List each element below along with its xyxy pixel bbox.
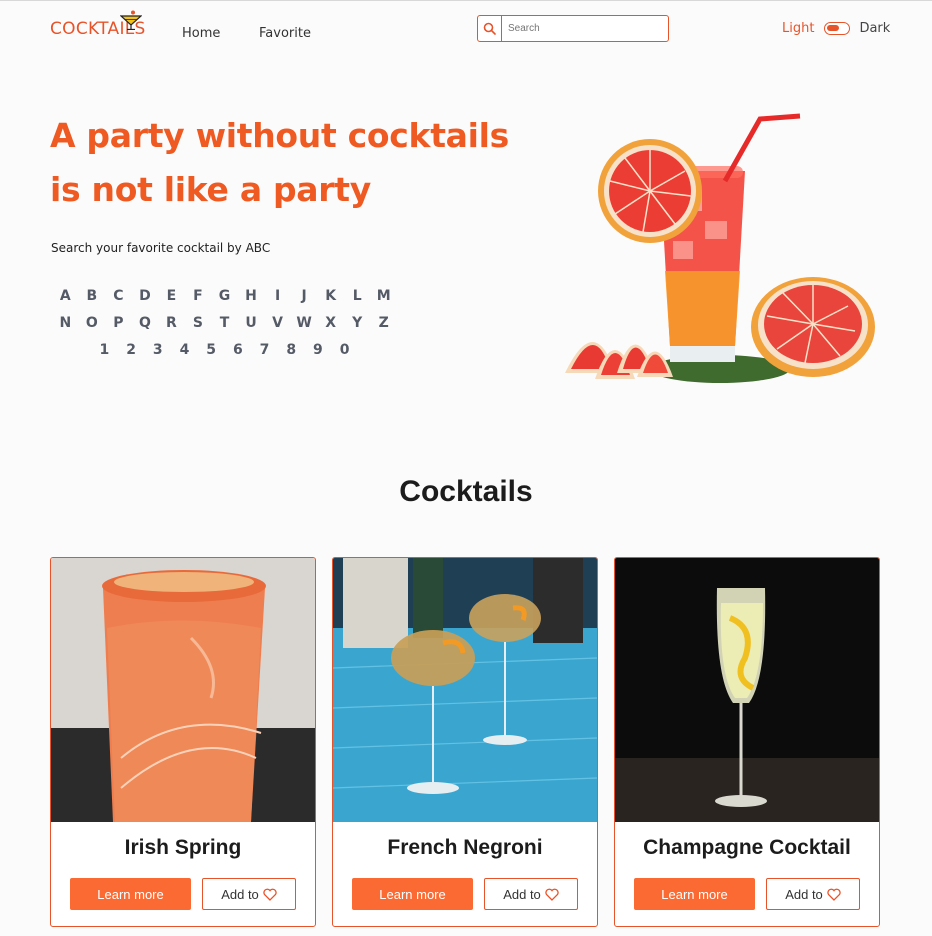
nav-home[interactable]: Home — [182, 26, 220, 41]
alphabet-letter-o[interactable]: O — [79, 313, 106, 340]
alphabet-letter-u[interactable]: U — [238, 313, 265, 340]
heart-icon — [827, 888, 841, 901]
alphabet-letter-j[interactable]: J — [291, 286, 318, 313]
hero-title-line-1: A party without cocktails — [50, 116, 510, 155]
alphabet-letter-0[interactable]: 0 — [331, 340, 358, 367]
alphabet-letter-g[interactable]: G — [211, 286, 238, 313]
learn-more-button[interactable]: Learn more — [352, 878, 473, 910]
alphabet-letter-t[interactable]: T — [211, 313, 238, 340]
hero-title-line-2: is not like a party — [50, 170, 371, 209]
alphabet-letter-2[interactable]: 2 — [118, 340, 145, 367]
alphabet-letter-6[interactable]: 6 — [225, 340, 252, 367]
theme-toggle[interactable] — [824, 22, 851, 35]
cocktail-card: French Negroni Learn more Add to — [332, 557, 598, 927]
alphabet-letter-k[interactable]: K — [317, 286, 344, 313]
logo[interactable]: COCKTAILS — [50, 10, 146, 38]
cocktail-name: Champagne Cocktail — [643, 836, 851, 859]
alphabet-letter-7[interactable]: 7 — [251, 340, 278, 367]
heart-icon — [263, 888, 277, 901]
alphabet-letter-i[interactable]: I — [264, 286, 291, 313]
search-icon — [483, 22, 496, 35]
martini-glass-icon — [120, 10, 142, 30]
alphabet-letter-s[interactable]: S — [185, 313, 212, 340]
cocktail-image — [333, 558, 597, 822]
letters-row-2: NOPQRSTUVWXYZ — [52, 313, 397, 340]
alphabet-letter-c[interactable]: C — [105, 286, 132, 313]
hero-title: A party without cocktails is not like a … — [50, 109, 520, 217]
alphabet-letter-b[interactable]: B — [79, 286, 106, 313]
search-button[interactable] — [478, 16, 502, 41]
cocktail-name: Irish Spring — [124, 836, 242, 859]
cocktail-card: Irish Spring Learn more Add to — [50, 557, 316, 927]
alphabet-letter-3[interactable]: 3 — [144, 340, 171, 367]
alphabet-letter-d[interactable]: D — [132, 286, 159, 313]
alphabet-letter-1[interactable]: 1 — [91, 340, 118, 367]
alphabet-letter-z[interactable]: Z — [370, 313, 397, 340]
cocktail-image — [51, 558, 315, 822]
search-bar — [477, 15, 669, 42]
alphabet-letter-f[interactable]: F — [185, 286, 212, 313]
alphabet-letter-l[interactable]: L — [344, 286, 371, 313]
search-input[interactable] — [502, 16, 668, 41]
alphabet-letter-h[interactable]: H — [238, 286, 265, 313]
hero-cocktail-image — [565, 113, 875, 383]
add-to-favorite-button[interactable]: Add to — [202, 878, 296, 910]
letters-row-1: ABCDEFGHIJKLM — [52, 286, 397, 313]
alphabet-letter-q[interactable]: Q — [132, 313, 159, 340]
alphabet-filter: ABCDEFGHIJKLM NOPQRSTUVWXYZ 1234567890 — [52, 286, 397, 367]
add-to-favorite-button[interactable]: Add to — [766, 878, 860, 910]
section-title: Cocktails — [399, 475, 533, 508]
theme-switch: Light Dark — [782, 21, 890, 36]
theme-dark-label[interactable]: Dark — [859, 21, 890, 36]
heart-icon — [545, 888, 559, 901]
alphabet-letter-y[interactable]: Y — [344, 313, 371, 340]
alphabet-letter-x[interactable]: X — [317, 313, 344, 340]
digits-row: 1234567890 — [52, 340, 397, 367]
alphabet-letter-5[interactable]: 5 — [198, 340, 225, 367]
alphabet-letter-9[interactable]: 9 — [305, 340, 332, 367]
alphabet-letter-4[interactable]: 4 — [171, 340, 198, 367]
cocktail-card: Champagne Cocktail Learn more Add to — [614, 557, 880, 927]
alphabet-letter-w[interactable]: W — [291, 313, 318, 340]
header: COCKTAILS Home Favorite Light Dark — [0, 1, 932, 61]
hero-subtitle: Search your favorite cocktail by ABC — [51, 241, 271, 255]
cocktail-image — [615, 558, 879, 822]
alphabet-letter-r[interactable]: R — [158, 313, 185, 340]
add-to-label: Add to — [785, 886, 823, 902]
alphabet-letter-v[interactable]: V — [264, 313, 291, 340]
nav-favorite[interactable]: Favorite — [259, 26, 311, 41]
learn-more-button[interactable]: Learn more — [634, 878, 755, 910]
alphabet-letter-n[interactable]: N — [52, 313, 79, 340]
theme-light-label[interactable]: Light — [782, 21, 814, 36]
add-to-label: Add to — [221, 886, 259, 902]
alphabet-letter-a[interactable]: A — [52, 286, 79, 313]
add-to-label: Add to — [503, 886, 541, 902]
alphabet-letter-8[interactable]: 8 — [278, 340, 305, 367]
cocktail-name: French Negroni — [387, 836, 543, 859]
alphabet-letter-m[interactable]: M — [370, 286, 397, 313]
add-to-favorite-button[interactable]: Add to — [484, 878, 578, 910]
alphabet-letter-e[interactable]: E — [158, 286, 185, 313]
alphabet-letter-p[interactable]: P — [105, 313, 132, 340]
learn-more-button[interactable]: Learn more — [70, 878, 191, 910]
